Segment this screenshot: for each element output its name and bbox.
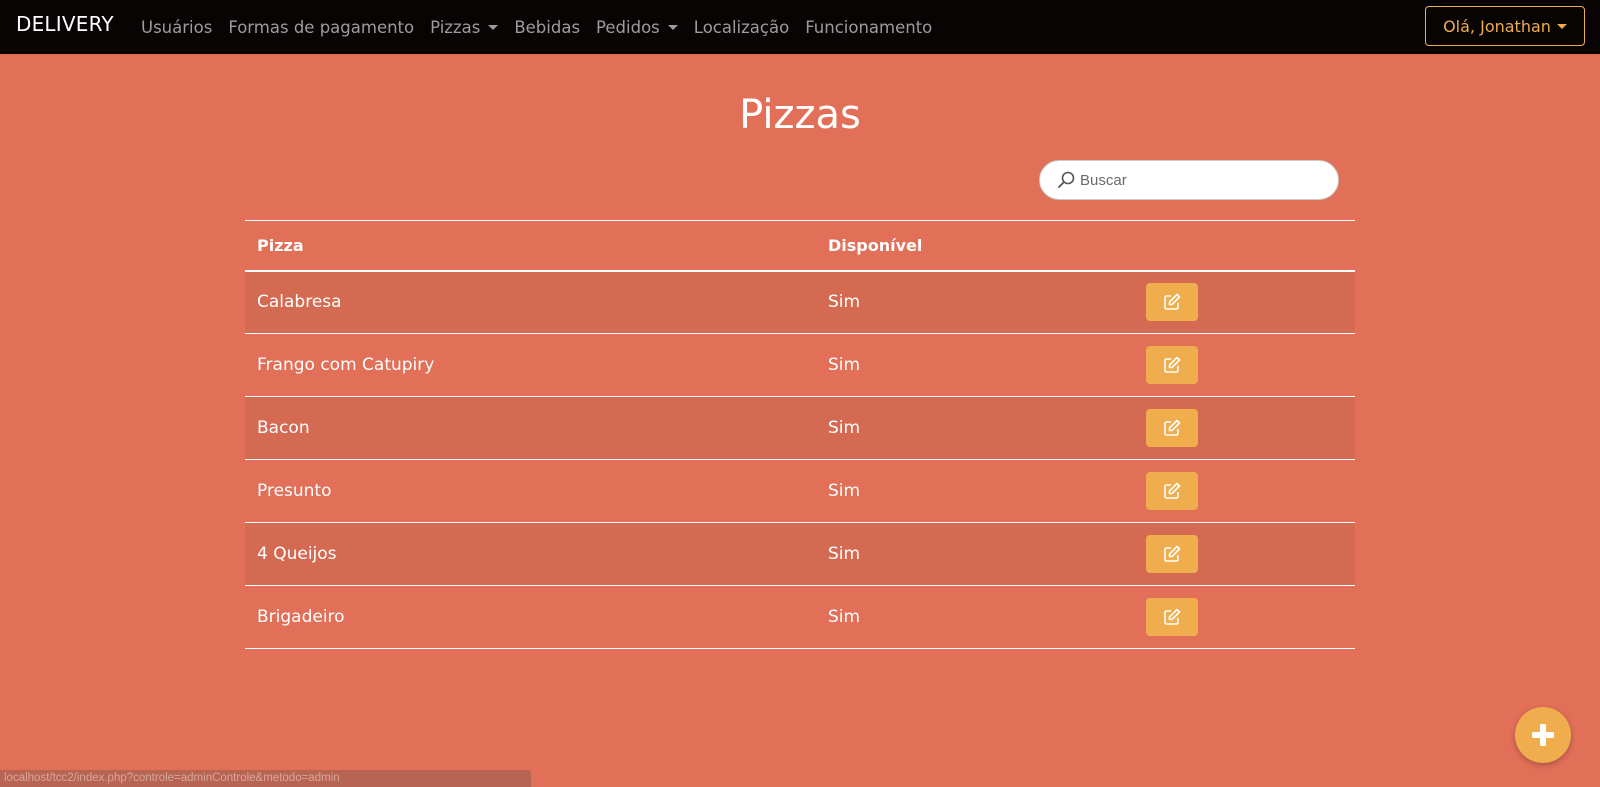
table-row: Brigadeiro Sim: [245, 585, 1355, 649]
user-menu-button[interactable]: Olá, Jonathan: [1425, 6, 1585, 46]
column-header-disponivel[interactable]: Disponível: [816, 220, 1134, 272]
nav-item-funcionamento[interactable]: Funcionamento: [805, 18, 932, 37]
user-menu-label: Olá, Jonathan: [1443, 16, 1551, 36]
nav-item-localizacao[interactable]: Localização: [694, 18, 789, 37]
nav-item-label: Pizzas: [430, 17, 481, 37]
nav-item-usuarios[interactable]: Usuários: [141, 18, 212, 37]
edit-icon: [1164, 419, 1181, 436]
column-header-pizza[interactable]: Pizza: [245, 220, 816, 272]
caret-down-icon: [667, 24, 678, 30]
table-header-row: Pizza Disponível: [245, 220, 1355, 272]
availability-cell: Sim: [816, 459, 1134, 523]
pizza-name-cell: Presunto: [245, 459, 816, 523]
nav-item-label: Usuários: [141, 17, 213, 37]
availability-cell: Sim: [816, 585, 1134, 649]
edit-button[interactable]: [1146, 535, 1198, 573]
pizza-name-cell: Frango com Catupiry: [245, 333, 816, 397]
nav-item-pedidos[interactable]: Pedidos: [596, 18, 678, 37]
nav-item-label: Bebidas: [514, 17, 581, 37]
pizzas-table: Pizza Disponível Calabresa Sim Frango co…: [245, 220, 1355, 649]
table-row: 4 Queijos Sim: [245, 522, 1355, 586]
page-title: Pizzas: [739, 92, 861, 138]
search-icon: [1058, 171, 1075, 188]
pizza-name-cell: Calabresa: [245, 270, 816, 334]
edit-icon: [1164, 545, 1181, 562]
table-row: Bacon Sim: [245, 396, 1355, 460]
nav-item-bebidas[interactable]: Bebidas: [514, 18, 580, 37]
pizza-name-cell: 4 Queijos: [245, 522, 816, 586]
caret-down-icon: [1556, 23, 1567, 29]
edit-icon: [1164, 293, 1181, 311]
nav-item-label: Pedidos: [596, 17, 660, 37]
edit-icon: [1164, 608, 1181, 625]
edit-button[interactable]: [1146, 346, 1198, 384]
actions-cell: [1134, 333, 1355, 397]
availability-cell: Sim: [816, 270, 1134, 334]
availability-cell: Sim: [816, 396, 1134, 460]
search-box[interactable]: [1039, 160, 1339, 200]
plus-icon: [1532, 724, 1554, 746]
brand-logo[interactable]: DELIVERY: [16, 12, 114, 36]
browser-status-bar: localhost/tcc2/index.php?controle=adminC…: [0, 770, 531, 787]
caret-down-icon: [488, 24, 499, 30]
table-row: Presunto Sim: [245, 459, 1355, 523]
nav-links: Usuários Formas de pagamento Pizzas Bebi…: [141, 0, 948, 54]
edit-icon: [1164, 482, 1181, 499]
nav-item-formas-de-pagamento[interactable]: Formas de pagamento: [228, 18, 414, 37]
pizza-name-cell: Brigadeiro: [245, 585, 816, 649]
nav-item-pizzas[interactable]: Pizzas: [430, 17, 499, 37]
nav-item-label: Formas de pagamento: [228, 17, 415, 37]
edit-button[interactable]: [1146, 598, 1198, 636]
edit-button[interactable]: [1146, 283, 1198, 322]
availability-cell: Sim: [816, 522, 1134, 586]
edit-button[interactable]: [1146, 409, 1198, 447]
actions-cell: [1134, 396, 1355, 460]
edit-button[interactable]: [1146, 472, 1198, 510]
actions-cell: [1134, 522, 1355, 586]
nav-item-label: Funcionamento: [805, 17, 933, 37]
column-header-actions: [1134, 220, 1355, 272]
actions-cell: [1134, 459, 1355, 523]
table-row: Calabresa Sim: [245, 270, 1355, 334]
search-input[interactable]: [1080, 171, 1320, 189]
actions-cell: [1134, 585, 1355, 649]
actions-cell: [1134, 270, 1355, 334]
add-pizza-button[interactable]: [1515, 707, 1571, 763]
table-row: Frango com Catupiry Sim: [245, 333, 1355, 397]
pizza-name-cell: Bacon: [245, 396, 816, 460]
availability-cell: Sim: [816, 333, 1134, 397]
nav-item-label: Localização: [693, 17, 790, 37]
edit-icon: [1164, 356, 1181, 373]
top-navbar: DELIVERY Usuários Formas de pagamento Pi…: [0, 0, 1600, 54]
